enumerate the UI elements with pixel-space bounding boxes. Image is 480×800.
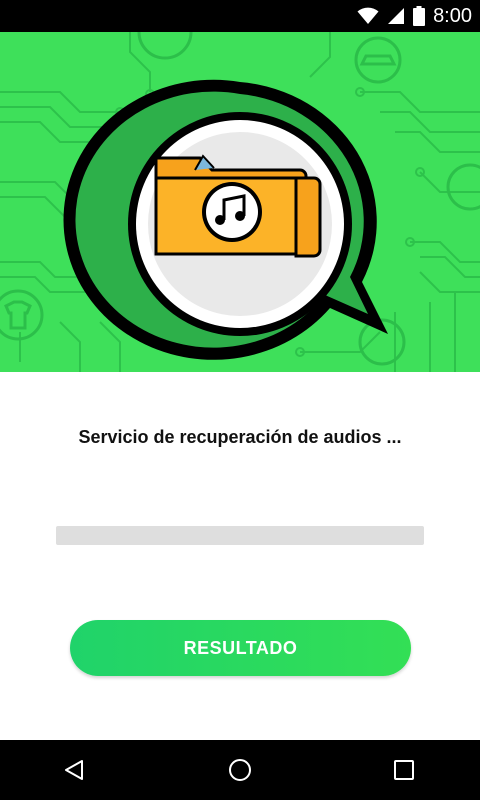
result-button[interactable]: RESULTADO [70, 620, 411, 676]
wifi-icon [357, 7, 379, 24]
hero-illustration [0, 32, 480, 372]
signal-icon [388, 8, 405, 24]
shop-icon [446, 163, 480, 211]
status-icons: 8:00 [357, 0, 472, 32]
car-icon [354, 36, 402, 84]
status-time: 8:00 [433, 5, 472, 27]
back-icon [65, 760, 83, 780]
loading-text: Servicio de recuperación de audios ... [78, 427, 402, 447]
hero-banner [0, 32, 480, 372]
navigation-bar [0, 740, 480, 800]
folder-music-icon [154, 154, 322, 258]
recents-button[interactable] [364, 740, 444, 800]
home-button[interactable] [200, 740, 280, 800]
recents-icon [394, 760, 414, 780]
back-button[interactable] [34, 740, 114, 800]
home-icon [229, 759, 251, 781]
tshirt-icon [0, 289, 44, 341]
box-icon [137, 32, 193, 60]
battery-icon [413, 6, 426, 26]
progress-bar [56, 526, 424, 545]
status-bar: 8:00 [0, 0, 480, 32]
